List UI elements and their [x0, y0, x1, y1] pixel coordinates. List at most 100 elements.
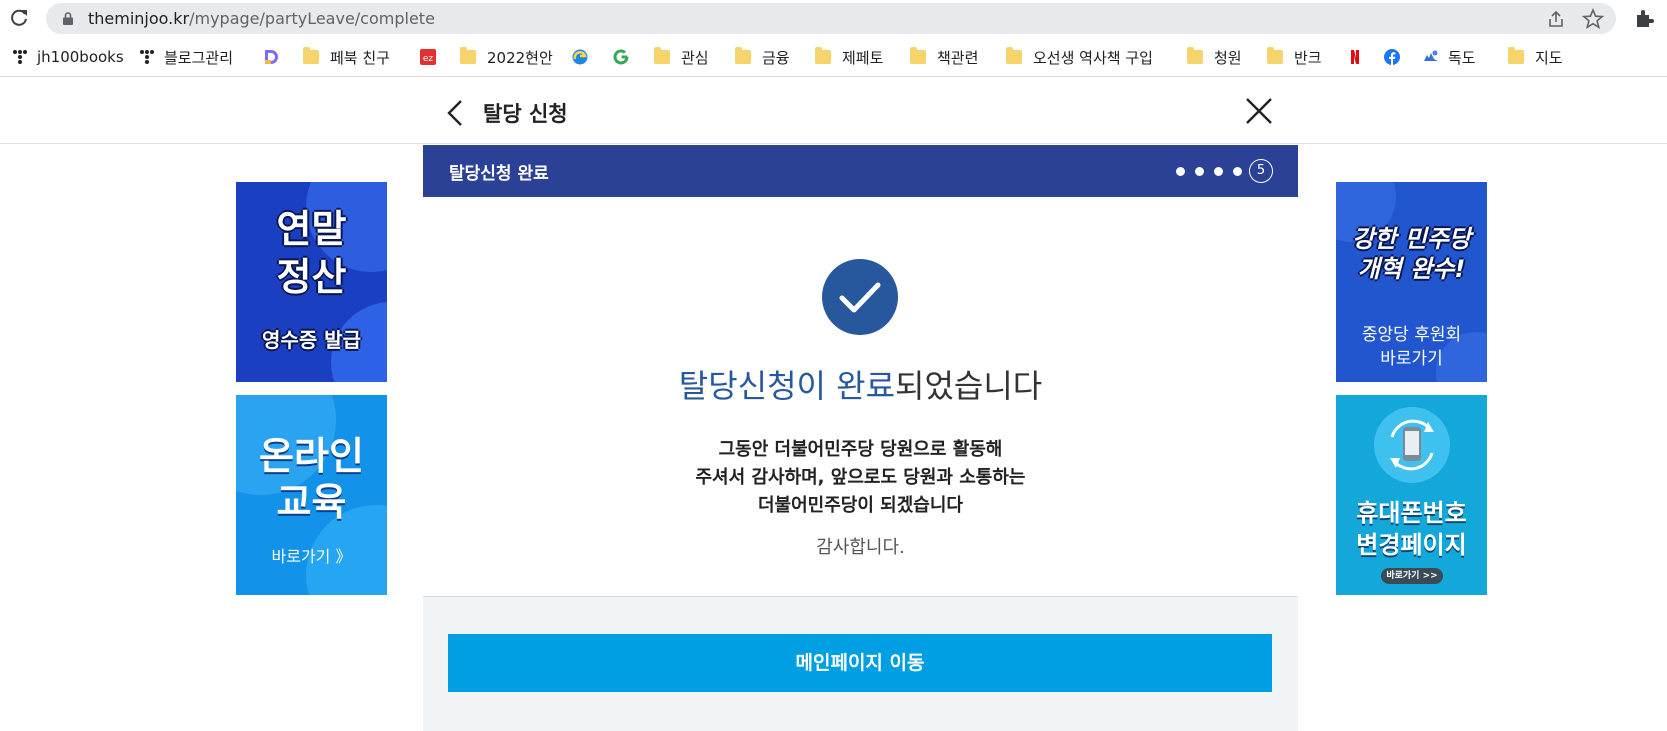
headline-rest: 되었습니다 [895, 367, 1043, 405]
bookmark-item[interactable]: 제페토 [815, 37, 883, 77]
bookmark-label: 관심 [681, 48, 709, 67]
back-arrow-icon[interactable] [445, 99, 465, 127]
step-progress-bar: 탈당신청 완료 5 [423, 145, 1298, 197]
go-main-page-button[interactable]: 메인페이지 이동 [448, 634, 1272, 692]
bookmark-label: 지도 [1535, 48, 1563, 67]
bookmark-star-icon[interactable] [1582, 8, 1604, 30]
svg-text:ez: ez [423, 54, 434, 64]
banner-line: 바로가기 》 [271, 547, 352, 566]
bookmark-item[interactable]: 지도 [1508, 37, 1563, 77]
step-dot [1214, 167, 1223, 176]
tistory-icon [140, 50, 154, 64]
bookmark-label: 청원 [1214, 48, 1242, 67]
message-line: 그동안 더불어민주당 당원으로 활동해 [718, 439, 1003, 460]
bookmark-item[interactable]: 금융 [735, 37, 790, 77]
banner-go-badge: 바로가기 >> [1381, 568, 1443, 584]
dokdo-icon [1424, 50, 1438, 61]
extensions-puzzle-icon[interactable] [1633, 7, 1655, 29]
check-circle-icon [822, 259, 898, 335]
banner-line: 연말 [276, 207, 347, 251]
d-logo-icon [265, 50, 278, 64]
folder-icon [1508, 47, 1524, 64]
message-line: 주셔서 감사하며, 앞으로도 당원과 소통하는 [695, 467, 1026, 488]
action-area: 메인페이지 이동 [423, 597, 1298, 731]
folder-icon [815, 47, 831, 64]
bookmark-item[interactable] [1384, 37, 1409, 77]
change-phone-number-banner[interactable]: 휴대폰번호 변경페이지 바로가기 >> [1336, 395, 1487, 595]
folder-icon [735, 47, 751, 64]
folder-icon [1267, 47, 1283, 64]
close-icon[interactable] [1245, 97, 1273, 125]
step-dot [1195, 167, 1204, 176]
bookmark-label: 반크 [1294, 48, 1322, 67]
online-education-banner[interactable]: 온라인 교육 바로가기 》 [236, 395, 387, 595]
url-path: /mypage/partyLeave/complete [189, 9, 435, 28]
folder-icon [1187, 47, 1203, 64]
farewell-message: 그동안 더불어민주당 당원으로 활동해 주셔서 감사하며, 앞으로도 당원과 소… [423, 436, 1298, 520]
completion-headline: 탈당신청이 완료되었습니다 [423, 361, 1298, 407]
banner-line: 정산 [276, 255, 347, 299]
message-line: 더불어민주당이 되겠습니다 [758, 495, 963, 516]
url-text: theminjoo.kr/mypage/partyLeave/complete [88, 9, 435, 28]
bookmark-item[interactable]: 블로그관리 [139, 37, 233, 77]
url-host: theminjoo.kr [88, 9, 190, 28]
google-g-icon [613, 49, 629, 65]
bookmark-item[interactable] [613, 37, 638, 77]
bookmark-label: jh100books [37, 48, 124, 66]
step-dot [1233, 167, 1242, 176]
banner-line: 영수증 발급 [262, 328, 361, 352]
netflix-icon [1351, 50, 1359, 64]
folder-icon [303, 47, 319, 64]
bookmark-item[interactable]: 2022현안 [460, 37, 553, 77]
phone-rotate-icon [1374, 407, 1450, 483]
bookmark-item[interactable]: 오선생 역사책 구입 [1006, 37, 1153, 77]
banner-line: 중앙당 후원회 [1361, 325, 1462, 345]
bookmark-label: 제페토 [842, 48, 884, 67]
banner-line: 교육 [276, 480, 347, 524]
banner-line: 강한 민주당 [1352, 225, 1471, 253]
bookmark-item[interactable]: 반크 [1267, 37, 1322, 77]
banner-line: 변경페이지 [1356, 531, 1467, 559]
page-title: 탈당 신청 [483, 102, 568, 126]
reload-icon[interactable] [8, 7, 30, 29]
step-dot [1176, 167, 1185, 176]
page-header: 탈당 신청 [0, 78, 1667, 144]
bookmark-item[interactable] [263, 37, 288, 77]
folder-icon [654, 47, 670, 64]
banner-line: 개혁 완수! [1357, 255, 1466, 283]
folder-icon [1006, 47, 1022, 64]
bookmark-label: 블로그관리 [164, 48, 234, 67]
bookmark-label: 페북 친구 [330, 48, 390, 67]
bookmark-item[interactable]: 청원 [1187, 37, 1242, 77]
bookmark-item[interactable]: jh100books [12, 37, 124, 77]
banner-line: 휴대폰번호 [1356, 499, 1467, 527]
browser-toolbar: theminjoo.kr/mypage/partyLeave/complete [0, 0, 1667, 37]
facebook-icon [1384, 49, 1400, 65]
address-bar[interactable]: theminjoo.kr/mypage/partyLeave/complete [46, 3, 1616, 34]
ez-icon: ez [420, 49, 436, 65]
result-panel: 탈당신청이 완료되었습니다 그동안 더불어민주당 당원으로 활동해 주셔서 감사… [423, 197, 1298, 597]
bookmark-item[interactable]: 관심 [654, 37, 709, 77]
bookmarks-bar: jh100books 블로그관리 페북 친구 ez 2022현안 관심 금융 제… [0, 37, 1667, 77]
edge-icon [572, 49, 588, 65]
thanks-text: 감사합니다. [816, 537, 905, 558]
bookmark-item[interactable] [1347, 37, 1372, 77]
folder-icon [910, 47, 926, 64]
bookmark-item[interactable]: 책관련 [910, 37, 978, 77]
bookmark-item[interactable] [572, 37, 597, 77]
current-step-indicator: 5 [1249, 159, 1273, 183]
bookmark-item[interactable]: 페북 친구 [303, 37, 390, 77]
year-end-tax-receipt-banner[interactable]: 연말 정산 영수증 발급 [236, 182, 387, 382]
bookmark-label: 2022현안 [487, 48, 553, 67]
sponsor-association-banner[interactable]: 강한 민주당 개혁 완수! 중앙당 후원회 바로가기 [1336, 182, 1487, 382]
headline-highlight: 탈당신청이 완료 [678, 367, 896, 405]
lock-icon [63, 12, 73, 25]
share-icon[interactable] [1546, 9, 1566, 29]
folder-icon [460, 47, 476, 64]
bookmark-item[interactable]: 독도 [1423, 37, 1476, 77]
step-title: 탈당신청 완료 [449, 164, 549, 184]
bookmark-label: 책관련 [937, 48, 979, 67]
bookmark-label: 오선생 역사책 구입 [1033, 48, 1153, 67]
tistory-icon [13, 50, 27, 64]
bookmark-item[interactable]: ez [420, 37, 445, 77]
